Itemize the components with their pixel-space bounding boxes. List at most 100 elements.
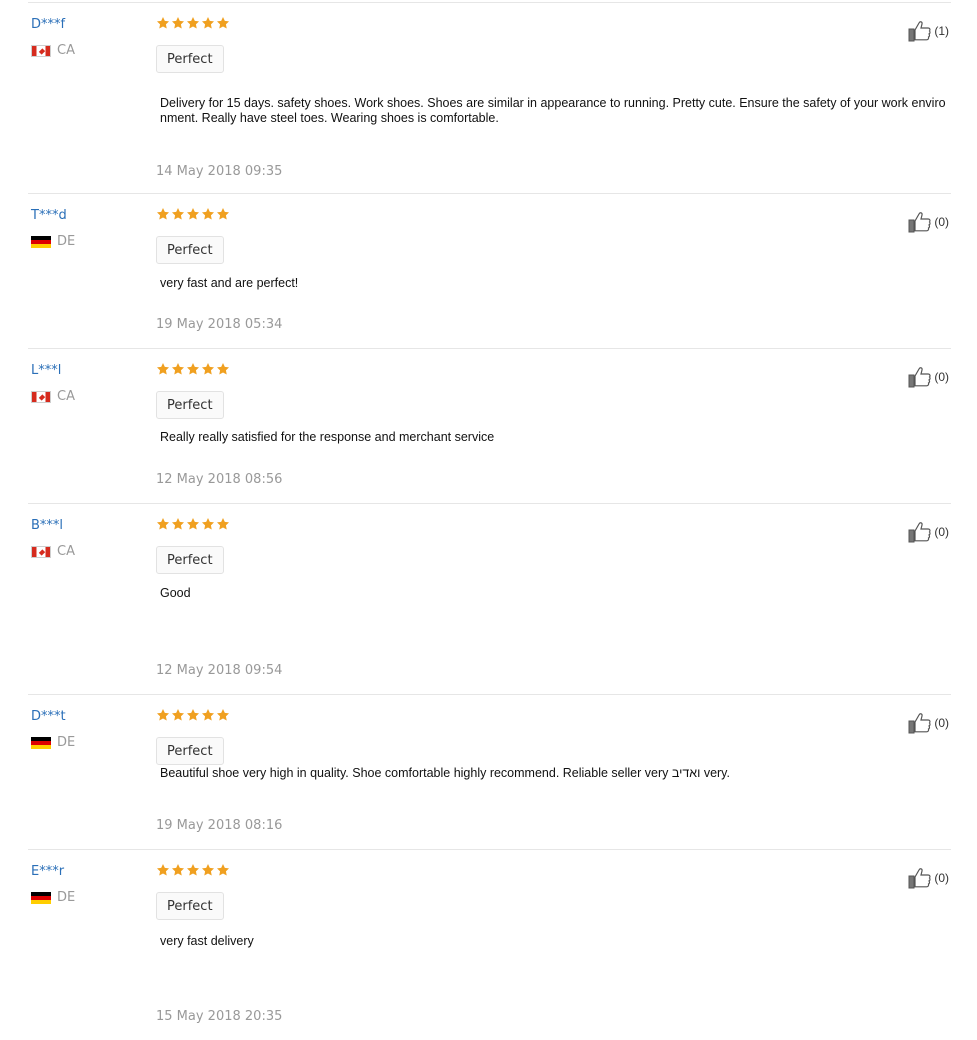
review-text: very fast delivery xyxy=(160,934,254,948)
helpful-button[interactable]: (0) xyxy=(908,521,949,543)
rating-tag: Perfect xyxy=(156,45,224,73)
country-code: DE xyxy=(57,234,76,249)
star-icon xyxy=(216,517,230,531)
star-icon xyxy=(201,362,215,376)
thumbs-up-icon[interactable] xyxy=(908,521,932,543)
star-icon xyxy=(186,207,200,221)
star-icon xyxy=(201,16,215,30)
rating-tag: Perfect xyxy=(156,236,224,264)
reviewer-name[interactable]: D***f xyxy=(31,17,75,33)
star-icon xyxy=(216,362,230,376)
helpful-button[interactable]: (0) xyxy=(908,867,949,889)
helpful-count: (0) xyxy=(934,871,949,885)
star-icon xyxy=(171,207,185,221)
country-code: CA xyxy=(57,544,75,559)
star-icon xyxy=(156,16,170,30)
star-rating xyxy=(156,207,230,221)
review-date: 12 May 2018 09:54 xyxy=(156,663,283,678)
review-date: 12 May 2018 08:56 xyxy=(156,472,283,487)
reviewer-info: E***r DE xyxy=(31,864,75,905)
star-icon xyxy=(201,207,215,221)
star-icon xyxy=(216,863,230,877)
star-icon xyxy=(171,16,185,30)
reviewer-info: D***f CA xyxy=(31,17,75,58)
rating-tag: Perfect xyxy=(156,737,224,765)
reviewer-country: DE xyxy=(31,735,75,750)
reviewer-name[interactable]: E***r xyxy=(31,864,75,880)
review-date: 15 May 2018 20:35 xyxy=(156,1009,283,1024)
star-rating xyxy=(156,863,230,877)
star-icon xyxy=(216,16,230,30)
star-icon xyxy=(156,708,170,722)
thumbs-up-icon[interactable] xyxy=(908,211,932,233)
star-rating xyxy=(156,708,230,722)
review-item: E***r DE Perfect very fast delivery 15 May 2… xyxy=(0,850,977,1040)
rating-tag: Perfect xyxy=(156,892,224,920)
helpful-button[interactable]: (0) xyxy=(908,712,949,734)
review-date: 14 May 2018 09:35 xyxy=(156,164,283,179)
star-icon xyxy=(216,207,230,221)
helpful-button[interactable]: (0) xyxy=(908,366,949,388)
rating-tag: Perfect xyxy=(156,546,224,574)
star-icon xyxy=(201,863,215,877)
review-item: D***f CA Perfect Delivery for 15 days. safe… xyxy=(0,3,977,193)
star-icon xyxy=(156,863,170,877)
star-icon xyxy=(186,863,200,877)
helpful-button[interactable]: (1) xyxy=(908,20,949,42)
helpful-count: (0) xyxy=(934,525,949,539)
review-text: very fast and are perfect! xyxy=(160,276,299,290)
star-rating xyxy=(156,517,230,531)
review-text: Really really satisfied for the response… xyxy=(160,430,495,444)
helpful-count: (1) xyxy=(934,24,949,38)
star-icon xyxy=(201,517,215,531)
review-text: Delivery for 15 days. safety shoes. Work… xyxy=(160,96,946,125)
country-code: CA xyxy=(57,389,75,404)
thumbs-up-icon[interactable] xyxy=(908,366,932,388)
review-item: B***l CA Perfect Good 12 May 2018 09:54 (0) xyxy=(0,504,977,694)
star-icon xyxy=(216,708,230,722)
review-text: Good xyxy=(160,586,191,600)
ca-flag-icon xyxy=(31,545,51,558)
reviewer-country: DE xyxy=(31,234,75,249)
star-icon xyxy=(186,362,200,376)
helpful-count: (0) xyxy=(934,716,949,730)
reviewer-info: B***l CA xyxy=(31,518,75,559)
star-rating xyxy=(156,362,230,376)
ca-flag-icon xyxy=(31,44,51,57)
star-icon xyxy=(171,863,185,877)
star-icon xyxy=(186,517,200,531)
review-date: 19 May 2018 08:16 xyxy=(156,818,283,833)
thumbs-up-icon[interactable] xyxy=(908,712,932,734)
thumbs-up-icon[interactable] xyxy=(908,867,932,889)
de-flag-icon xyxy=(31,891,51,904)
star-icon xyxy=(171,517,185,531)
star-icon xyxy=(156,517,170,531)
reviewer-info: T***d DE xyxy=(31,208,75,249)
country-code: DE xyxy=(57,735,76,750)
reviewer-country: CA xyxy=(31,389,75,404)
reviewer-name[interactable]: L***l xyxy=(31,363,75,379)
thumbs-up-icon[interactable] xyxy=(908,20,932,42)
country-code: CA xyxy=(57,43,75,58)
ca-flag-icon xyxy=(31,390,51,403)
star-icon xyxy=(156,362,170,376)
de-flag-icon xyxy=(31,736,51,749)
de-flag-icon xyxy=(31,235,51,248)
star-icon xyxy=(156,207,170,221)
country-code: DE xyxy=(57,890,76,905)
reviewer-name[interactable]: D***t xyxy=(31,709,75,725)
reviewer-info: D***t DE xyxy=(31,709,75,750)
helpful-count: (0) xyxy=(934,370,949,384)
star-icon xyxy=(201,708,215,722)
rating-tag: Perfect xyxy=(156,391,224,419)
review-list: D***f CA Perfect Delivery for 15 days. safe… xyxy=(0,0,977,1039)
reviewer-name[interactable]: B***l xyxy=(31,518,75,534)
star-rating xyxy=(156,16,230,30)
star-icon xyxy=(186,16,200,30)
reviewer-name[interactable]: T***d xyxy=(31,208,75,224)
star-icon xyxy=(186,708,200,722)
reviewer-country: CA xyxy=(31,544,75,559)
helpful-button[interactable]: (0) xyxy=(908,211,949,233)
reviewer-country: DE xyxy=(31,890,75,905)
star-icon xyxy=(171,708,185,722)
